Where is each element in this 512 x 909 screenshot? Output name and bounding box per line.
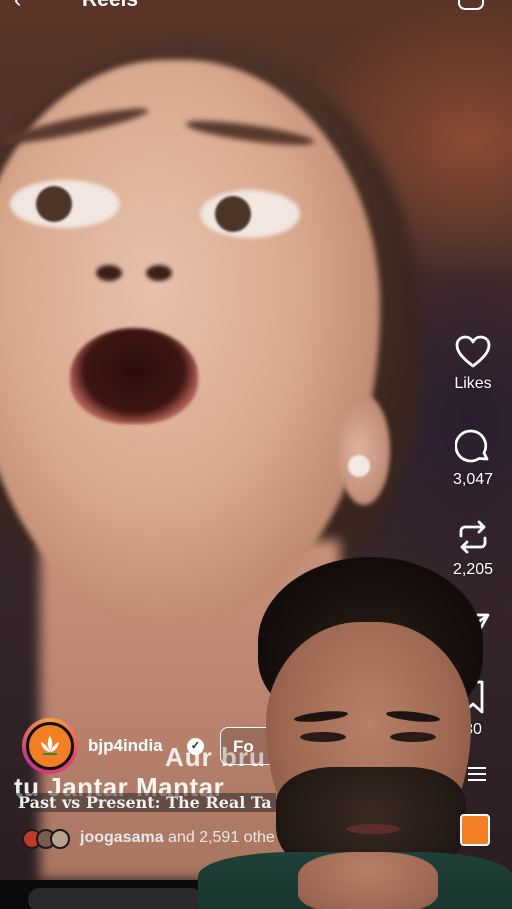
liker-avatar [50,829,70,849]
reactor-hand [298,852,438,909]
avatar-image [26,722,74,770]
liked-by-user[interactable]: joogasama [80,829,164,846]
back-arrow-icon[interactable]: ‹ [14,0,21,11]
video-subject-nostril [96,265,122,281]
lotus-logo-icon [41,736,59,755]
video-subject-ear [338,395,390,505]
like-label: Likes [454,375,492,392]
like-button[interactable]: Likes [440,335,506,393]
video-subject-iris [36,186,72,222]
video-subject-earring [348,455,370,477]
progress-bar[interactable] [28,888,203,909]
bjp-logo-icon [460,814,490,846]
username[interactable]: bjp4india [88,736,163,756]
video-subject-nostril [146,265,172,281]
comment-button[interactable]: 3,047 [440,429,506,489]
bottom-bar [0,880,203,909]
page-title: Reels [82,0,138,10]
heart-icon [455,335,491,368]
video-subject-mouth [70,328,198,424]
reactor-mouth [346,824,400,834]
reactor-eye [300,732,346,742]
camera-icon[interactable] [458,0,484,10]
video-subject-iris [215,196,251,232]
comment-icon [455,429,489,463]
reactor-eye [390,732,436,742]
avatar[interactable] [22,718,78,774]
top-bar: ‹ Reels [0,0,512,14]
repost-icon [459,520,487,554]
comment-count: 3,047 [452,471,494,488]
reaction-video[interactable] [198,552,512,909]
